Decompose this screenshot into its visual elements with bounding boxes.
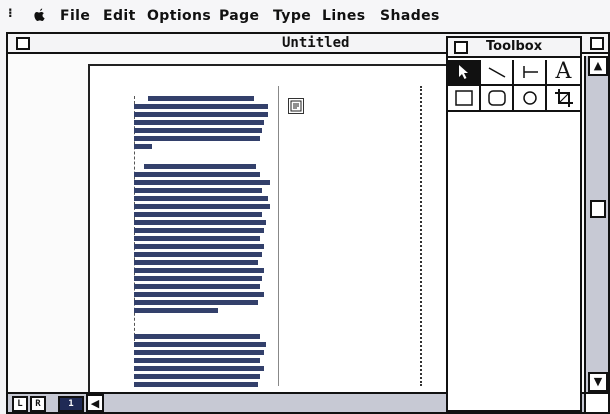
text-line	[134, 128, 262, 133]
text-tool[interactable]: A	[547, 60, 580, 86]
rectangle-icon	[454, 90, 473, 106]
text-line	[134, 260, 258, 265]
text-line	[134, 366, 264, 371]
column-guide-right	[420, 86, 422, 386]
text-line	[134, 228, 264, 233]
pointer-tool[interactable]	[448, 60, 481, 86]
text-line	[134, 342, 266, 347]
text-line	[134, 308, 218, 313]
scroll-left-arrow-icon[interactable]: ◀	[86, 394, 104, 412]
text-line	[134, 244, 264, 249]
text-line	[134, 292, 264, 297]
text-line	[134, 120, 264, 125]
page-tab-left-master[interactable]: L	[12, 396, 28, 412]
column-divider	[278, 86, 279, 386]
text-line	[134, 212, 262, 217]
vertical-scroll-thumb[interactable]	[590, 200, 606, 218]
menu-lines[interactable]: Lines	[322, 8, 366, 24]
text-line	[134, 358, 260, 363]
size-box-icon[interactable]	[584, 392, 608, 412]
rounded-rectangle-icon	[487, 90, 506, 106]
text-line	[134, 382, 258, 387]
text-line	[134, 104, 268, 109]
diagonal-line-icon	[488, 67, 505, 78]
text-column-block[interactable]	[134, 96, 274, 396]
text-line	[134, 180, 270, 185]
text-a-icon: A	[555, 59, 572, 84]
menu-page[interactable]: Page	[219, 8, 259, 24]
oval-tool[interactable]	[514, 86, 547, 112]
apple-menu-icon[interactable]	[34, 8, 46, 26]
text-line	[134, 350, 264, 355]
crop-icon	[554, 89, 573, 107]
window-title: Untitled	[276, 34, 356, 52]
text-line	[134, 172, 260, 177]
text-line	[134, 268, 264, 273]
page-tab-right-master[interactable]: R	[30, 396, 46, 412]
perpendicular-line-icon	[522, 66, 538, 78]
toolbox-palette: Toolbox A	[446, 36, 582, 412]
text-line	[134, 144, 152, 149]
text-line	[134, 334, 260, 339]
menu-edit[interactable]: Edit	[103, 8, 136, 24]
text-link-icon[interactable]	[288, 98, 304, 114]
scroll-down-arrow-icon[interactable]: ▼	[588, 372, 608, 392]
toolbox-close-box-icon[interactable]	[454, 41, 468, 54]
text-line	[134, 236, 260, 241]
menu-file[interactable]: File	[60, 8, 90, 24]
page-tab-1[interactable]: 1	[58, 396, 84, 412]
menu-bar: ⁝ File Edit Options Page Type Lines Shad…	[0, 0, 610, 30]
text-line	[134, 188, 262, 193]
toolbox-title-bar[interactable]: Toolbox	[448, 38, 580, 58]
text-line	[134, 276, 262, 281]
perpendicular-line-tool[interactable]	[514, 60, 547, 86]
text-line	[144, 164, 256, 169]
oval-icon	[522, 91, 537, 105]
text-line	[134, 252, 262, 257]
text-line	[134, 300, 258, 305]
tool-grid: A	[448, 60, 580, 112]
menu-type[interactable]: Type	[273, 8, 311, 24]
square-corner-box-tool[interactable]	[448, 86, 481, 112]
text-line	[134, 204, 270, 209]
text-line	[134, 284, 260, 289]
rounded-box-tool[interactable]	[481, 86, 514, 112]
zoom-box-icon[interactable]	[590, 37, 604, 50]
close-box-icon[interactable]	[16, 37, 30, 50]
text-line	[148, 96, 254, 101]
menu-options[interactable]: Options	[147, 8, 211, 24]
arrow-pointer-icon	[458, 65, 468, 79]
page-area[interactable]	[88, 64, 472, 394]
text-line	[134, 136, 260, 141]
menu-bar-left-mark: ⁝	[8, 6, 13, 20]
toolbox-title: Toolbox	[482, 38, 547, 56]
diagonal-line-tool[interactable]	[481, 60, 514, 86]
text-line	[134, 220, 266, 225]
menu-shades[interactable]: Shades	[380, 8, 440, 24]
text-line	[134, 196, 268, 201]
cropping-tool[interactable]	[547, 86, 580, 112]
text-line	[134, 374, 260, 379]
text-line	[134, 112, 268, 117]
scroll-up-arrow-icon[interactable]: ▲	[588, 56, 608, 76]
vertical-scrollbar[interactable]: ▲ ▼	[584, 56, 608, 392]
